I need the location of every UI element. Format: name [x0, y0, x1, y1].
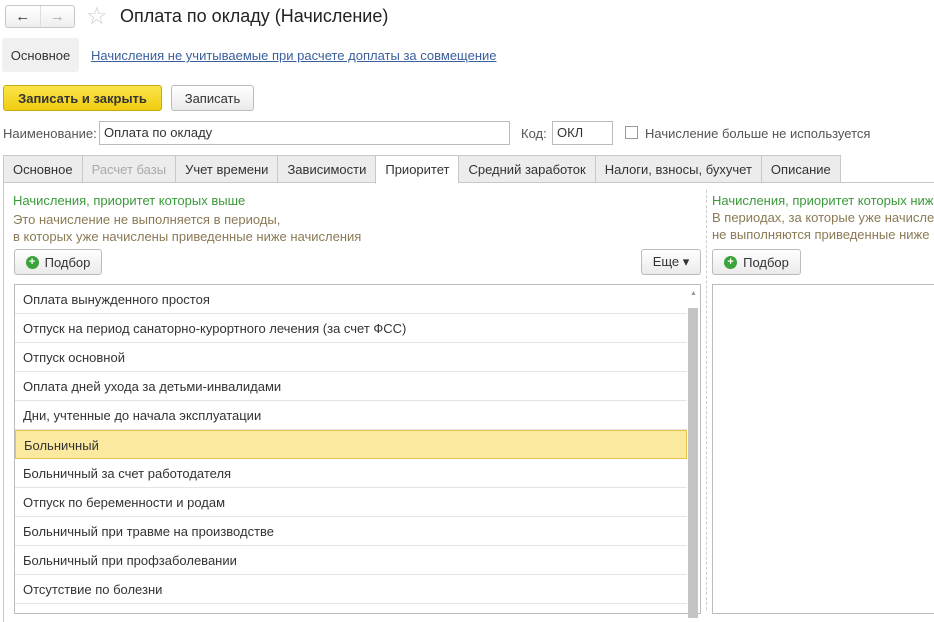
forward-button[interactable]: →: [39, 6, 75, 27]
code-label: Код:: [521, 126, 547, 141]
higher-priority-list: Оплата вынужденного простоя Отпуск на пер…: [14, 284, 701, 614]
back-button[interactable]: ←: [6, 6, 40, 27]
pick-button-left[interactable]: + Подбор: [14, 249, 102, 275]
list-item[interactable]: Оплата дней ухода за детьми-инвалидами: [15, 372, 687, 401]
higher-priority-description: Это начисление не выполняется в периоды,…: [13, 211, 361, 245]
list-item[interactable]: Отсутствие по болезни: [15, 575, 687, 604]
lower-priority-list: [712, 284, 934, 614]
scrollbar[interactable]: [688, 308, 698, 618]
lower-desc-line: не выполняются приведенные ниже: [712, 227, 930, 242]
favorite-star-icon[interactable]: ☆: [86, 2, 108, 31]
pick-button-right[interactable]: + Подбор: [712, 249, 801, 275]
list-item[interactable]: Отпуск основной: [15, 343, 687, 372]
tab-taxes[interactable]: Налоги, взносы, бухучет: [594, 155, 761, 183]
list-item[interactable]: Больничный за счет работодателя: [15, 459, 687, 488]
name-label: Наименование:: [3, 126, 97, 141]
section-link-excluded[interactable]: Начисления не учитываемые при расчете до…: [91, 48, 497, 63]
nav-buttons: ← →: [5, 5, 75, 28]
list-item[interactable]: Больничный при травме на производстве: [15, 517, 687, 546]
pick-label: Подбор: [44, 254, 91, 270]
tab-priority[interactable]: Приоритет: [375, 155, 459, 184]
list-item[interactable]: Больничный: [15, 430, 687, 459]
higher-priority-heading: Начисления, приоритет которых выше: [13, 193, 246, 208]
page-title: Оплата по окладу (Начисление): [120, 6, 389, 26]
tab-main[interactable]: Основное: [3, 155, 82, 183]
save-and-close-button[interactable]: Записать и закрыть: [3, 85, 162, 111]
tab-base-calc[interactable]: Расчет базы: [81, 155, 176, 183]
right-pane: Начисления, приоритет которых ниже В пер…: [712, 190, 934, 243]
desc-line: в которых уже начислены приведенные ниже…: [13, 229, 362, 244]
unused-label: Начисление больше не используется: [645, 126, 871, 141]
more-button[interactable]: Еще ▾: [641, 249, 701, 275]
save-button[interactable]: Записать: [171, 85, 254, 111]
add-icon: +: [724, 255, 738, 269]
tab-time[interactable]: Учет времени: [175, 155, 278, 183]
list-item[interactable]: Отпуск по беременности и родам: [15, 488, 687, 517]
tab-average-earnings[interactable]: Средний заработок: [458, 155, 595, 183]
list-item[interactable]: Отпуск на период санаторно-курортного ле…: [15, 314, 687, 343]
section-main[interactable]: Основное: [2, 38, 79, 72]
scroll-up-icon[interactable]: ▲: [690, 290, 697, 297]
name-field[interactable]: Оплата по окладу: [99, 121, 510, 145]
tab-bar: Основное Расчет базы Учет времени Зависи…: [3, 155, 841, 184]
lower-desc-line: В периодах, за которые уже начисле: [712, 210, 934, 225]
unused-checkbox[interactable]: [625, 126, 638, 139]
tab-dependencies[interactable]: Зависимости: [277, 155, 376, 183]
lower-priority-heading: Начисления, приоритет которых ниже: [712, 193, 934, 208]
list-item[interactable]: Оплата вынужденного простоя: [15, 285, 687, 314]
list-item[interactable]: Дни, учтенные до начала эксплуатации: [15, 401, 687, 430]
add-icon: +: [25, 255, 39, 269]
code-field[interactable]: ОКЛ: [552, 121, 613, 145]
divider: [706, 190, 707, 610]
pick-label: Подбор: [743, 254, 789, 270]
tab-description[interactable]: Описание: [760, 155, 841, 183]
desc-line: Это начисление не выполняется в периоды,: [13, 212, 281, 227]
list-item[interactable]: Больничный при профзаболевании: [15, 546, 687, 575]
